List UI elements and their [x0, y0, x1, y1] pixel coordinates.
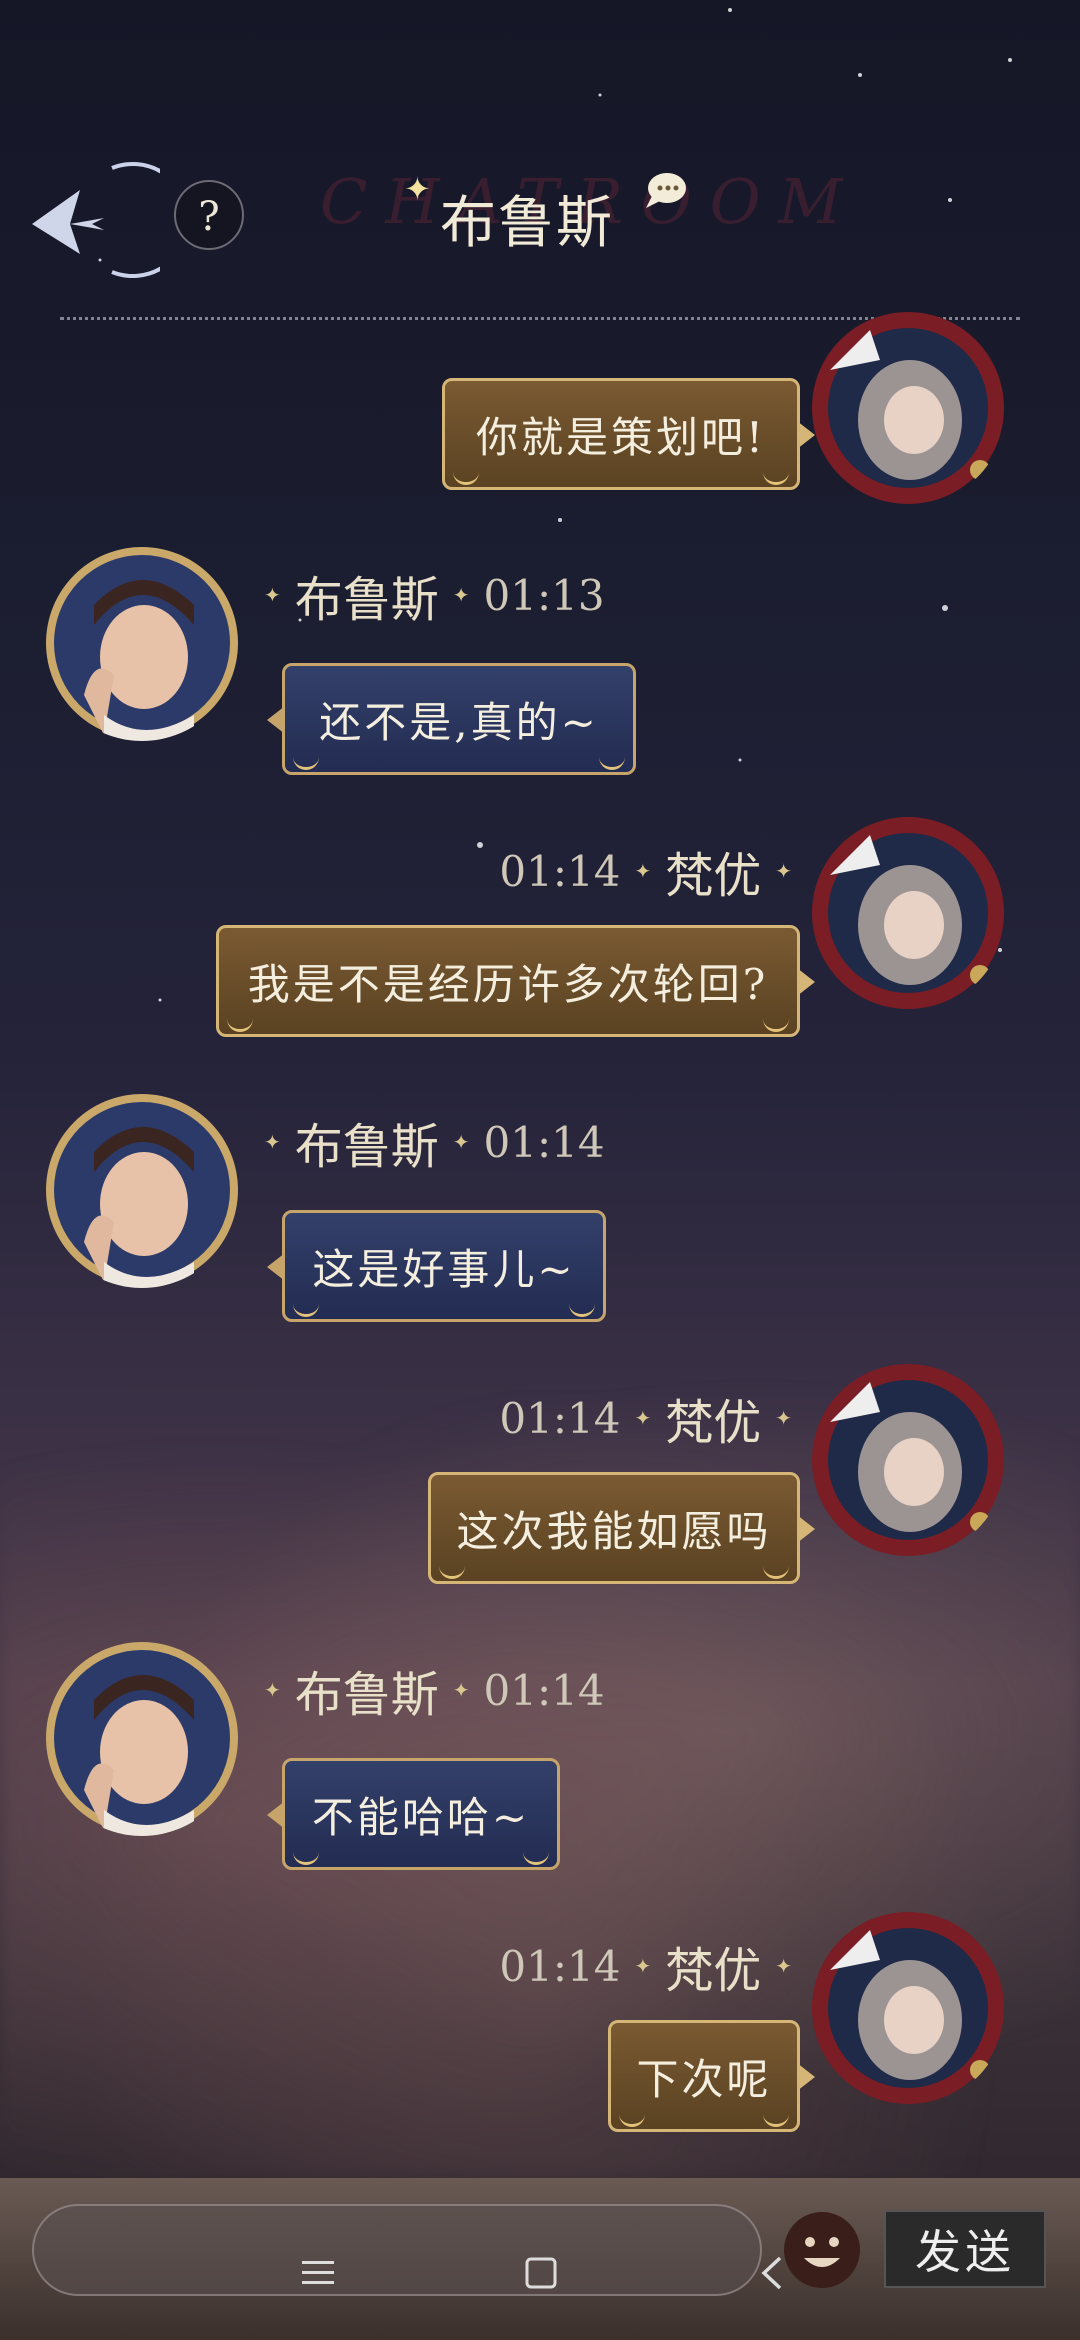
back-button[interactable]	[22, 160, 191, 280]
message-time: 01:14	[483, 1665, 605, 1715]
avatar-bruce-icon	[46, 547, 238, 741]
message-meta: 01:14 ✦ 梵优 ✦	[499, 841, 792, 905]
message-bubble[interactable]: 下次呢	[608, 2020, 815, 2132]
avatar[interactable]	[810, 1910, 1006, 2106]
message-meta: 01:14 ✦ 梵优 ✦	[499, 1388, 792, 1452]
message-meta: ✦ 布鲁斯 ✦ 01:13	[264, 565, 605, 629]
message-bubble[interactable]: 这次我能如愿吗	[428, 1472, 815, 1584]
avatar[interactable]	[44, 1640, 240, 1836]
speech-bubble-icon	[646, 173, 686, 208]
message-meta: ✦ 布鲁斯 ✦ 01:14	[264, 1660, 605, 1724]
message-time: 01:14	[499, 1393, 621, 1443]
sender-name: 布鲁斯	[294, 1119, 439, 1175]
message-row: 01:14 ✦ 梵优 ✦ 下次呢	[0, 1910, 1080, 2150]
message-row: ✦ 布鲁斯 ✦ 01:13 还不是,真的~	[0, 545, 1080, 785]
message-bubble[interactable]: 这是好事儿~	[267, 1210, 606, 1322]
message-row: 你就是策划吧!	[0, 312, 1080, 504]
sender-name: 梵优	[665, 1395, 762, 1451]
emoji-button[interactable]	[782, 2210, 862, 2290]
question-icon: ?	[198, 194, 220, 240]
message-meta: ✦ 布鲁斯 ✦ 01:14	[264, 1112, 605, 1176]
message-bubble[interactable]: 我是不是经历许多次轮回?	[216, 925, 815, 1037]
help-button[interactable]: ?	[174, 180, 244, 250]
chat-header: ? CHATROOM ✦ 布鲁斯	[0, 140, 1080, 320]
avatar-fanyou-icon	[812, 817, 1004, 1009]
home-icon[interactable]	[524, 2256, 558, 2290]
avatar[interactable]	[44, 545, 240, 741]
sender-name: 梵优	[665, 1943, 762, 1999]
sender-name: 梵优	[665, 848, 762, 904]
avatar-bruce-icon	[46, 1642, 238, 1836]
message-bubble[interactable]: 不能哈哈~	[267, 1758, 560, 1870]
sender-name: 布鲁斯	[294, 1667, 439, 1723]
avatar[interactable]	[810, 1362, 1006, 1558]
message-row: 01:14 ✦ 梵优 ✦ 我是不是经历许多次轮回?	[0, 815, 1080, 1055]
sender-name: 布鲁斯	[294, 572, 439, 628]
menu-icon[interactable]	[300, 2255, 336, 2291]
message-time: 01:14	[499, 1941, 621, 1991]
page-title: 布鲁斯	[440, 191, 614, 256]
message-input[interactable]	[32, 2204, 762, 2296]
message-bubble[interactable]: 你就是策划吧!	[442, 378, 815, 490]
message-time: 01:13	[483, 570, 605, 620]
message-bubble[interactable]: 还不是,真的~	[267, 663, 636, 775]
avatar[interactable]	[44, 1092, 240, 1288]
avatar-fanyou-icon	[812, 1912, 1004, 2104]
sparkle-icon: ✦	[404, 170, 431, 208]
message-row: ✦ 布鲁斯 ✦ 01:14 这是好事儿~	[0, 1092, 1080, 1332]
message-row: ✦ 布鲁斯 ✦ 01:14 不能哈哈~	[0, 1640, 1080, 1880]
message-row: 01:14 ✦ 梵优 ✦ 这次我能如愿吗	[0, 1362, 1080, 1602]
emoji-icon	[784, 2212, 860, 2288]
avatar-bruce-icon	[46, 1094, 238, 1288]
avatar[interactable]	[810, 815, 1006, 1011]
back-icon[interactable]	[758, 2254, 784, 2292]
avatar[interactable]	[810, 310, 1006, 506]
message-meta: 01:14 ✦ 梵优 ✦	[499, 1936, 792, 2000]
avatar-fanyou-icon	[812, 312, 1004, 504]
send-button[interactable]: 发送	[884, 2210, 1046, 2288]
message-time: 01:14	[483, 1117, 605, 1167]
back-arrow-icon	[32, 162, 191, 278]
message-time: 01:14	[499, 846, 621, 896]
avatar-fanyou-icon	[812, 1364, 1004, 1556]
